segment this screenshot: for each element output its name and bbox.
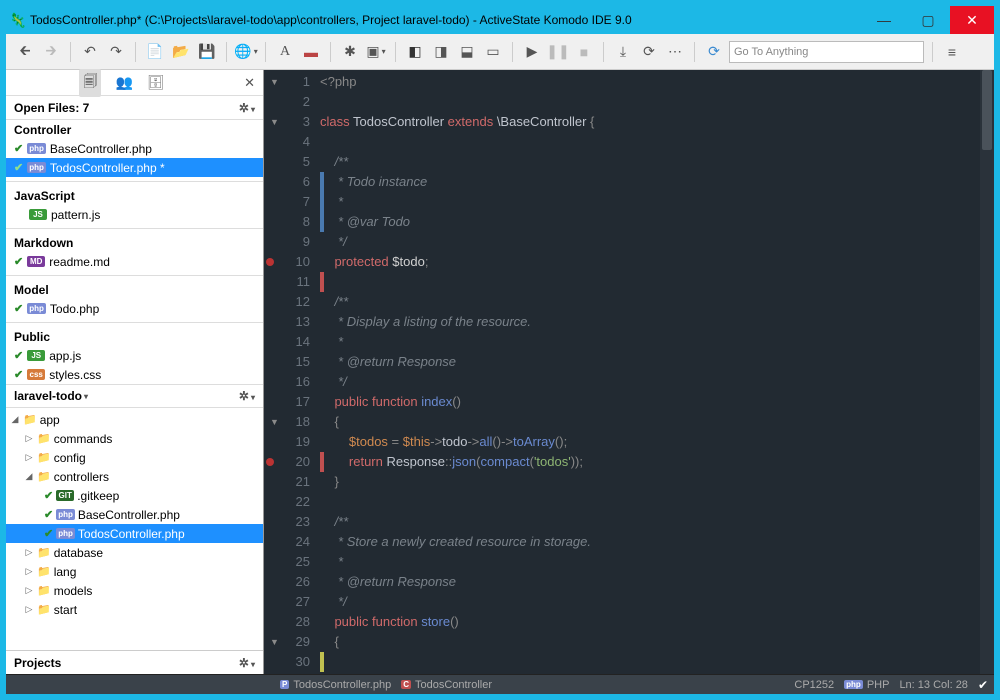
font-button[interactable]: A [274, 41, 296, 63]
gutter[interactable]: ▼1 2 ▼3 4 5 6 7 8 9 10 11 12 13 14 15 16… [264, 70, 320, 674]
tree-todosctrl[interactable]: ✔phpTodosController.php [6, 524, 263, 543]
group-markdown: Markdown [6, 233, 263, 252]
file-readme[interactable]: ✔MDreadme.md [6, 252, 263, 271]
status-check-icon[interactable]: ✔ [978, 678, 988, 692]
new-file-button[interactable]: 📄 [144, 41, 166, 63]
toolbar: 🡰 🡲 ↶ ↷ 📄 📂 💾 🌐▾ A ▬ ✱ ▣▾ ◧ ◨ ⬓ ▭ ▶ ❚❚ ■… [6, 34, 994, 70]
status-tab-file[interactable]: PTodosController.php [280, 679, 391, 691]
back-button[interactable]: 🡰 [14, 41, 36, 63]
project-tree: ◢📁app ▷📁commands ▷📁config ◢📁controllers … [6, 408, 263, 650]
close-button[interactable]: ✕ [950, 6, 994, 34]
app-icon: 🦎 [6, 12, 30, 29]
file-todo[interactable]: ✔phpTodo.php [6, 299, 263, 318]
editor[interactable]: ▼1 2 ▼3 4 5 6 7 8 9 10 11 12 13 14 15 16… [264, 70, 994, 674]
titlebar[interactable]: 🦎 TodosController.php* (C:\Projects\lara… [6, 6, 994, 34]
pause-button[interactable]: ❚❚ [547, 41, 569, 63]
sidebar-tab-db-icon[interactable]: 🗄 [147, 74, 165, 91]
tree-commands[interactable]: ▷📁commands [6, 429, 263, 448]
ide-window: 🦎 TodosController.php* (C:\Projects\lara… [5, 5, 995, 695]
panel-bottom-button[interactable]: ⬓ [456, 41, 478, 63]
stop-button[interactable]: ■ [573, 41, 595, 63]
sidebar-close-icon[interactable]: ✕ [244, 75, 255, 91]
projects-label[interactable]: Projects [14, 656, 61, 670]
tree-start[interactable]: ▷📁start [6, 600, 263, 619]
goto-anything-input[interactable]: Go To Anything [729, 41, 924, 63]
group-model: Model [6, 280, 263, 299]
file-pattern[interactable]: JSpattern.js [6, 205, 263, 224]
save-button[interactable]: 💾 [196, 41, 218, 63]
sidebar-tab-files-icon[interactable]: 🗐 [79, 69, 101, 97]
status-encoding[interactable]: CP1252 [794, 679, 834, 691]
browser-button[interactable]: 🌐▾ [235, 41, 257, 63]
open-button[interactable]: 📂 [170, 41, 192, 63]
sync-button[interactable]: ⟳ [703, 41, 725, 63]
restart-button[interactable]: ⟳ [638, 41, 660, 63]
minimize-button[interactable]: — [862, 6, 906, 34]
tree-config[interactable]: ▷📁config [6, 448, 263, 467]
open-files-header: Open Files: 7 [14, 101, 89, 115]
open-files-settings-icon[interactable]: ✲▾ [239, 101, 255, 115]
sidebar-tab-collab-icon[interactable]: 👥 [115, 74, 132, 91]
group-controller: Controller [6, 120, 263, 139]
tree-basectrl[interactable]: ✔phpBaseController.php [6, 505, 263, 524]
tree-database[interactable]: ▷📁database [6, 543, 263, 562]
panel-left-button[interactable]: ◧ [404, 41, 426, 63]
color-button[interactable]: ▬ [300, 41, 322, 63]
breakpoint-icon[interactable] [266, 258, 274, 266]
panel-focus-button[interactable]: ▭ [482, 41, 504, 63]
window-title: TodosController.php* (C:\Projects\larave… [30, 13, 862, 27]
tree-gitkeep[interactable]: ✔GIT.gitkeep [6, 486, 263, 505]
file-todoscontroller[interactable]: ✔phpTodosController.php * [6, 158, 263, 177]
projects-settings-icon[interactable]: ✲▾ [239, 656, 255, 670]
play-button[interactable]: ▶ [521, 41, 543, 63]
group-javascript: JavaScript [6, 186, 263, 205]
project-settings-icon[interactable]: ✲▾ [239, 389, 255, 403]
undo-button[interactable]: ↶ [79, 41, 101, 63]
project-name[interactable]: laravel-todo [14, 389, 82, 403]
status-language[interactable]: phpPHP [844, 679, 889, 691]
menu-button[interactable]: ≡ [941, 41, 963, 63]
editor-scrollbar[interactable] [980, 70, 994, 674]
tree-app[interactable]: ◢📁app [6, 410, 263, 429]
redo-button[interactable]: ↷ [105, 41, 127, 63]
file-styles[interactable]: ✔cssstyles.css [6, 365, 263, 384]
tree-lang[interactable]: ▷📁lang [6, 562, 263, 581]
tree-models[interactable]: ▷📁models [6, 581, 263, 600]
group-public: Public [6, 327, 263, 346]
terminal-button[interactable]: ▣▾ [365, 41, 387, 63]
more-button[interactable]: ⋯ [664, 41, 686, 63]
code-area[interactable]: <?php class TodosController extends \Bas… [320, 70, 994, 674]
status-tab-class[interactable]: CTodosController [401, 679, 492, 691]
file-appjs[interactable]: ✔JSapp.js [6, 346, 263, 365]
breakpoint-icon[interactable] [266, 458, 274, 466]
open-files-panel: Controller ✔phpBaseController.php ✔phpTo… [6, 120, 263, 384]
forward-button[interactable]: 🡲 [40, 41, 62, 63]
statusbar: PTodosController.php CTodosController CP… [6, 674, 994, 694]
file-basecontroller[interactable]: ✔phpBaseController.php [6, 139, 263, 158]
step-button[interactable]: ⤓ [612, 41, 634, 63]
panel-right-button[interactable]: ◨ [430, 41, 452, 63]
sidebar: 🗐 👥 🗄 ✕ Open Files: 7 ✲▾ Controller ✔php… [6, 70, 264, 674]
status-position: Ln: 13 Col: 28 [899, 679, 968, 691]
maximize-button[interactable]: ▢ [906, 6, 950, 34]
tree-controllers[interactable]: ◢📁controllers [6, 467, 263, 486]
record-macro-button[interactable]: ✱ [339, 41, 361, 63]
